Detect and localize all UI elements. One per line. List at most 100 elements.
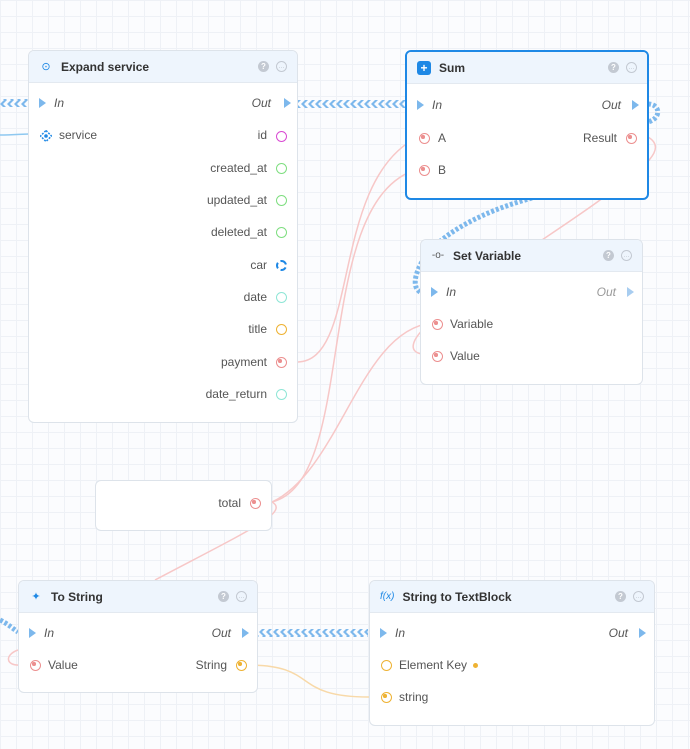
element-key-label: Element Key [399,658,468,672]
help-icon[interactable]: ? [615,591,626,602]
string-label: string [399,690,429,704]
output-label-id: id [257,128,267,142]
value-label: Value [450,349,480,363]
pin-value[interactable] [30,660,41,671]
pin-date[interactable] [276,292,287,303]
node-expand-service[interactable]: ⊙ Expand service ? … In Out service id c… [28,50,298,423]
node-set-variable[interactable]: -o- Set Variable ? … In Out Variable Val… [420,239,643,385]
set-variable-icon: -o- [431,250,445,261]
exec-wire-tostring-in [0,617,20,635]
help-icon[interactable]: ? [603,250,614,261]
pin-string[interactable] [236,660,247,671]
exec-in-label: In [395,626,406,640]
exec-in-label: In [44,626,55,640]
help-icon[interactable]: ? [218,591,229,602]
exec-out-label: Out [608,626,628,640]
sum-icon: + [417,60,431,75]
input-a-label: A [438,131,447,145]
exec-out-pin[interactable] [632,100,639,110]
exec-in-pin[interactable] [29,628,36,638]
service-pin-icon[interactable] [40,130,52,142]
input-b-label: B [438,163,447,177]
output-label-updated-at: updated_at [206,193,267,207]
pin-variable[interactable] [432,319,443,330]
output-label-deleted-at: deleted_at [210,225,267,239]
exec-out-label: Out [596,285,616,299]
exec-out-pin[interactable] [284,98,291,108]
exec-in-pin[interactable] [417,100,424,110]
help-icon[interactable]: ? [258,61,269,72]
expand-icon: ⊙ [41,61,51,73]
output-label-car: car [250,258,267,272]
data-wire-string-string [247,664,373,698]
exec-wire-tostring-stb [258,629,368,637]
help-icon[interactable]: ? [608,62,619,73]
pin-deleted-at[interactable] [276,227,287,238]
exec-wire-left-in [0,99,28,107]
pin-updated-at[interactable] [276,195,287,206]
exec-wire-sum-out [647,101,661,125]
node-header[interactable]: ✦ To String ? … [19,581,257,613]
exec-wire-expand-sum [298,100,406,108]
pin-string[interactable] [381,692,392,703]
node-total[interactable]: total [95,480,272,531]
pin-payment[interactable] [276,357,287,368]
node-title: Expand service [61,59,150,74]
node-header[interactable]: + Sum ? … [407,52,647,84]
exec-out-pin[interactable] [627,287,634,297]
node-sum[interactable]: + Sum ? … In Out A Result B [405,50,649,200]
exec-in-label: In [432,98,443,112]
pin-element-key[interactable] [381,660,392,671]
comment-icon[interactable]: … [626,62,637,73]
node-title: To String [51,589,103,604]
comment-icon[interactable]: … [236,591,247,602]
node-string-to-textblock[interactable]: f(x) String to TextBlock ? … In Out Elem… [369,580,655,726]
variable-label: Variable [450,317,494,331]
pin-a[interactable] [419,133,430,144]
node-title: String to TextBlock [402,589,512,604]
value-label: Value [48,658,78,672]
comment-icon[interactable]: … [633,591,644,602]
output-label-created-at: created_at [210,161,267,175]
comment-icon[interactable]: … [276,61,287,72]
exec-out-pin[interactable] [639,628,646,638]
exec-in-pin[interactable] [380,628,387,638]
pin-title[interactable] [276,324,287,335]
data-wire-payment-a [297,136,419,363]
function-icon: f(x) [380,591,395,602]
total-label: total [218,496,241,510]
output-label-title: title [248,322,267,336]
to-string-icon: ✦ [31,591,41,603]
output-label-date: date [243,290,267,304]
output-label-date-return: date_return [205,387,267,401]
exec-in-label: In [54,96,65,110]
exec-in-pin[interactable] [431,287,438,297]
pin-value[interactable] [432,351,443,362]
service-label: service [59,128,98,142]
pin-created-at[interactable] [276,163,287,174]
service-wire [0,133,31,136]
result-label: Result [582,131,617,145]
exec-out-pin[interactable] [242,628,249,638]
node-to-string[interactable]: ✦ To String ? … In Out Value String [18,580,258,693]
pin-date-return[interactable] [276,389,287,400]
exec-out-label: Out [251,96,271,110]
required-indicator-icon [473,663,478,668]
exec-out-label: Out [211,626,231,640]
exec-out-label: Out [601,98,621,112]
pin-total[interactable] [250,498,261,509]
node-header[interactable]: ⊙ Expand service ? … [29,51,297,83]
string-label: String [195,658,227,672]
exec-in-label: In [446,285,457,299]
pin-car[interactable] [276,260,287,271]
output-label-payment: payment [220,355,267,369]
pin-result[interactable] [626,133,637,144]
pin-id[interactable] [276,131,287,142]
exec-in-pin[interactable] [39,98,46,108]
comment-icon[interactable]: … [621,250,632,261]
node-title: Sum [439,60,466,75]
pin-b[interactable] [419,165,430,176]
node-title: Set Variable [453,248,522,263]
node-header[interactable]: -o- Set Variable ? … [421,240,642,272]
node-header[interactable]: f(x) String to TextBlock ? … [370,581,654,613]
